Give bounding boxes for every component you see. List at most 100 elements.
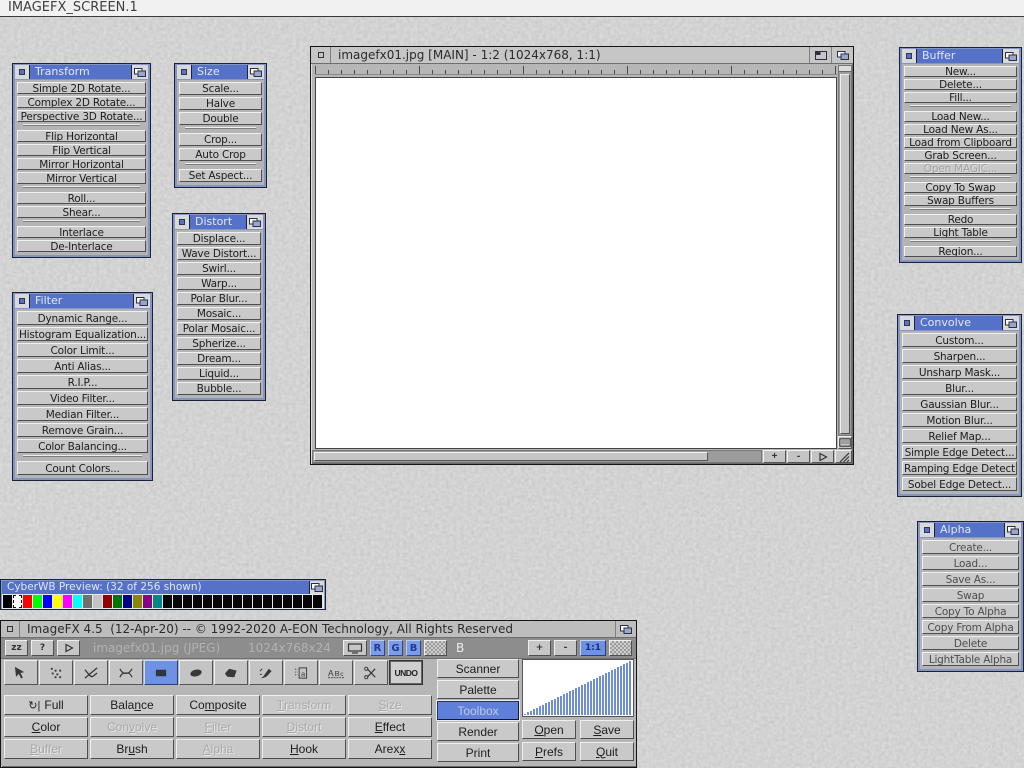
save-button[interactable]: Save — [580, 720, 634, 739]
depth-gadget-icon[interactable] — [1002, 316, 1019, 330]
monitor-button[interactable] — [343, 640, 367, 656]
macro-play-button[interactable] — [57, 640, 80, 656]
color-swatch[interactable] — [243, 595, 252, 608]
zoom-gadget-icon[interactable] — [809, 47, 831, 63]
color-swatch[interactable] — [263, 595, 272, 608]
palette-button[interactable]: Remove Grain... — [17, 423, 148, 437]
close-icon[interactable] — [920, 523, 935, 537]
palette-button[interactable]: De-Interlace — [17, 240, 146, 252]
full-button[interactable]: ↻|Full — [4, 695, 88, 715]
palette-button[interactable]: Bubble... — [177, 382, 261, 395]
color-swatch[interactable] — [73, 595, 82, 608]
alpha-button[interactable]: Alpha — [176, 739, 260, 759]
color-swatch[interactable] — [13, 595, 22, 608]
palette-button[interactable]: Blur... — [902, 381, 1017, 395]
depth-gadget-icon[interactable] — [131, 65, 148, 79]
arexx-button[interactable]: Arexx — [348, 739, 432, 759]
palette-button[interactable]: Flip Vertical — [17, 144, 146, 156]
color-swatch[interactable] — [3, 595, 12, 608]
color-swatch[interactable] — [133, 595, 142, 608]
ellipse-tool[interactable] — [179, 660, 213, 685]
scissors-tool[interactable] — [354, 660, 388, 685]
palette-button[interactable]: Redo — [904, 214, 1017, 225]
dither-button[interactable] — [609, 640, 632, 656]
palette-button[interactable]: Copy To Alpha — [922, 604, 1019, 618]
filter-button[interactable]: Filter — [176, 717, 260, 737]
curve-tool[interactable] — [109, 660, 143, 685]
vertical-scroll-thumb[interactable] — [840, 74, 850, 434]
palette-button[interactable]: Relief Map... — [902, 429, 1017, 443]
depth-gadget-icon[interactable] — [1004, 523, 1021, 537]
effect-button[interactable]: Effect — [348, 717, 432, 737]
quit-button[interactable]: Quit — [580, 742, 634, 761]
palette-button[interactable]: Displace... — [177, 232, 261, 245]
close-icon[interactable] — [1, 621, 20, 637]
palette-button[interactable]: Ramping Edge Detect — [902, 461, 1017, 475]
open-button[interactable]: Open — [522, 720, 576, 739]
distort-button[interactable]: Distort — [262, 717, 346, 737]
color-swatch[interactable] — [233, 595, 242, 608]
panel-toggle-button[interactable] — [838, 436, 852, 449]
depth-gadget-icon[interactable] — [1002, 49, 1019, 63]
palette-button[interactable]: Dynamic Range... — [17, 311, 148, 325]
size-button[interactable]: Size — [348, 695, 432, 715]
palette-button[interactable]: Color Balancing... — [17, 439, 148, 453]
color-swatch[interactable] — [113, 595, 122, 608]
brush-tool[interactable] — [249, 660, 283, 685]
color-swatch[interactable] — [163, 595, 172, 608]
zoom-out-button[interactable]: - — [787, 450, 810, 463]
color-swatch[interactable] — [223, 595, 232, 608]
toolbox-button[interactable]: Toolbox — [437, 701, 519, 720]
palette-button[interactable]: Simple 2D Rotate... — [17, 82, 146, 94]
render-button[interactable]: Render — [437, 722, 519, 741]
palette-button[interactable]: Flip Horizontal — [17, 130, 146, 142]
color-swatch[interactable] — [103, 595, 112, 608]
palette-button[interactable]: Grab Screen... — [904, 150, 1017, 161]
close-icon[interactable] — [311, 47, 331, 63]
palette-button[interactable]: Swirl... — [177, 262, 261, 275]
prefs-button[interactable]: Prefs — [522, 742, 576, 761]
color-swatch[interactable] — [213, 595, 222, 608]
close-icon[interactable] — [15, 65, 30, 79]
color-swatch[interactable] — [123, 595, 132, 608]
palette-button[interactable]: Load from Clipboard — [904, 137, 1017, 148]
buffer-button[interactable]: Buffer — [4, 739, 88, 759]
palette-button[interactable]: Wave Distort... — [177, 247, 261, 260]
airbrush-tool[interactable] — [39, 660, 73, 685]
palette-button[interactable]: Scale... — [179, 82, 262, 95]
palette-button[interactable]: Dream... — [177, 352, 261, 365]
color-swatch[interactable] — [143, 595, 152, 608]
play-button[interactable] — [811, 450, 834, 463]
palette-button[interactable]: Copy From Alpha — [922, 620, 1019, 634]
red-channel-button[interactable]: R — [370, 640, 385, 656]
polygon-tool[interactable] — [214, 660, 248, 685]
close-icon[interactable] — [900, 316, 915, 330]
undo-button[interactable]: UNDO — [389, 660, 423, 685]
palette-button[interactable]: Unsharp Mask... — [902, 365, 1017, 379]
palette-button[interactable]: Light Table — [904, 227, 1017, 238]
zoom-in-button[interactable]: + — [763, 450, 786, 463]
depth-gadget-icon[interactable] — [309, 581, 324, 594]
palette-button[interactable]: Save As... — [922, 572, 1019, 586]
depth-gadget-icon[interactable] — [615, 621, 636, 637]
palette-button[interactable]: Auto Crop — [179, 148, 262, 161]
palette-button[interactable]: Roll... — [17, 192, 146, 204]
palette-button[interactable]: Warp... — [177, 277, 261, 290]
depth-gadget-icon[interactable] — [831, 47, 853, 63]
scrollbar-top-gadget[interactable] — [839, 66, 851, 72]
palette-button[interactable]: Median Filter... — [17, 407, 148, 421]
color-swatch[interactable] — [283, 595, 292, 608]
palette-button[interactable]: Motion Blur... — [902, 413, 1017, 427]
palette-button[interactable]: Mirror Vertical — [17, 172, 146, 184]
close-icon[interactable] — [175, 215, 190, 229]
vertical-scrollbar[interactable] — [838, 65, 852, 436]
pointer-tool[interactable] — [4, 660, 38, 685]
palette-button[interactable]: Delete... — [904, 79, 1017, 90]
palette-button[interactable]: Shear... — [17, 206, 146, 218]
clip-text-tool[interactable]: a — [284, 660, 318, 685]
color-swatch[interactable] — [33, 595, 42, 608]
color-button[interactable]: Color — [4, 717, 88, 737]
palette-button[interactable]: Anti Alias... — [17, 359, 148, 373]
palette-button[interactable]: Sharpen... — [902, 349, 1017, 363]
palette-button[interactable]: Mirror Horizontal — [17, 158, 146, 170]
